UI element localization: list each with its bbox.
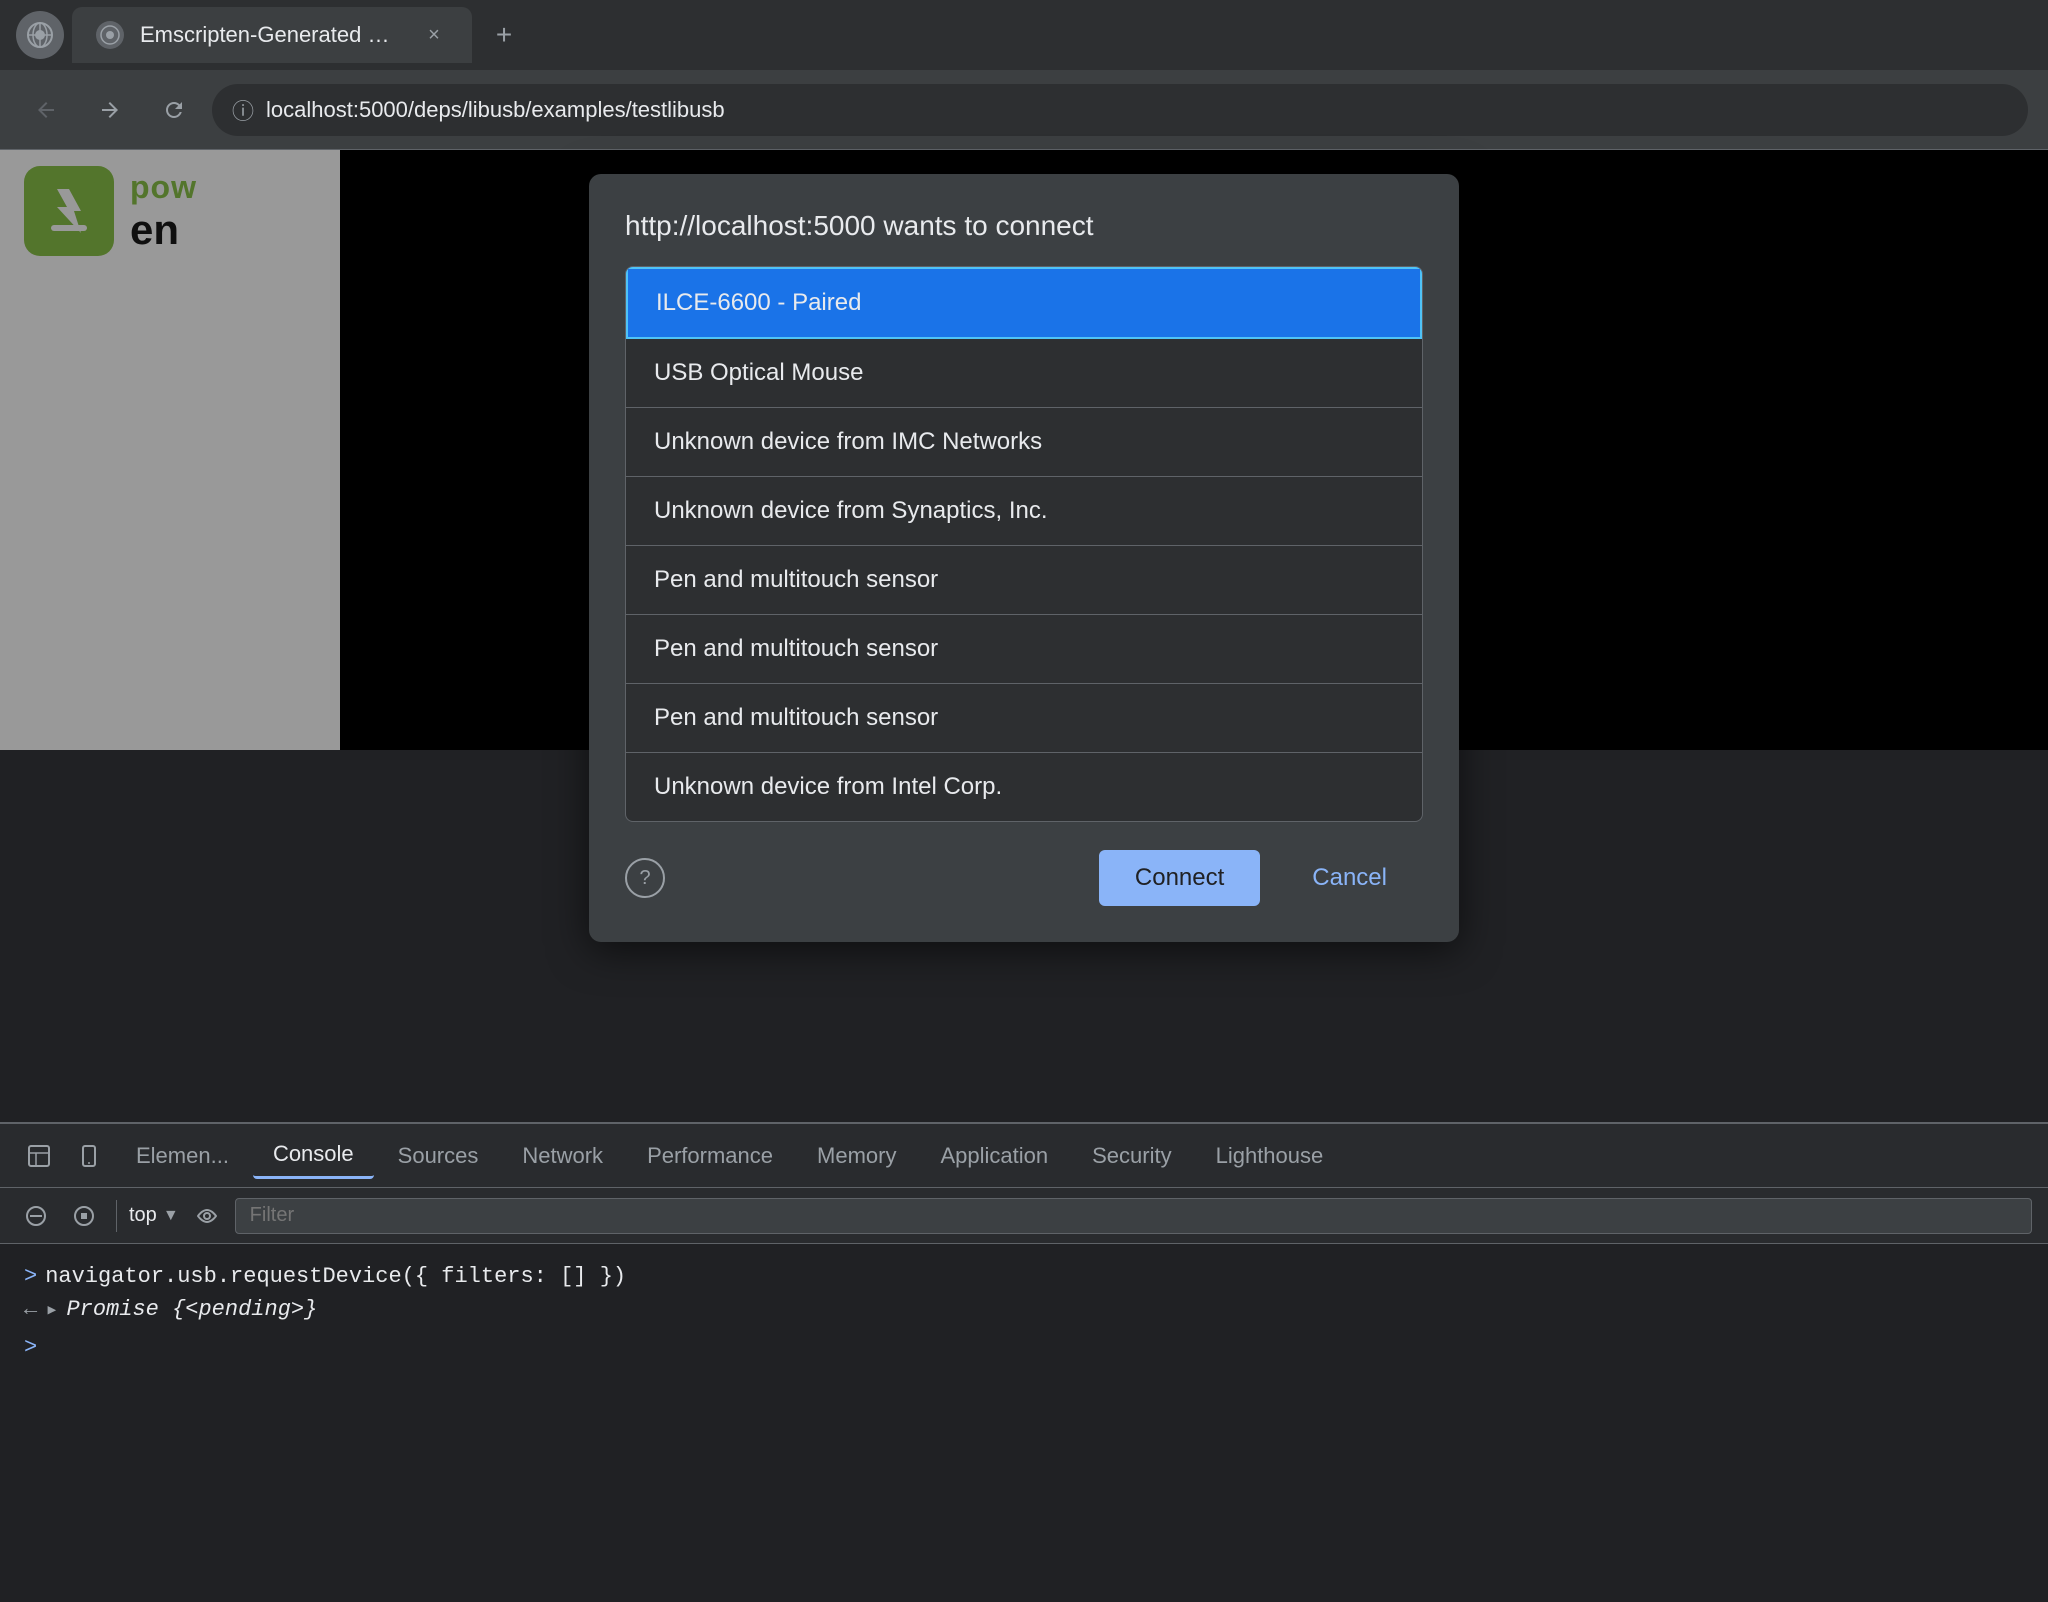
- clear-console-btn[interactable]: [16, 1196, 56, 1236]
- dialog-buttons: Connect Cancel: [1099, 850, 1423, 906]
- browser-chrome: Emscripten-Generated Code × + ⓘ localhos…: [0, 0, 2048, 150]
- device-list: ILCE-6600 - Paired USB Optical Mouse Unk…: [625, 266, 1423, 822]
- address-info-icon: ⓘ: [232, 94, 254, 126]
- top-frame-selector[interactable]: top ▼: [129, 1204, 179, 1227]
- device-item-5[interactable]: Pen and multitouch sensor: [626, 615, 1422, 684]
- tab-favicon: [96, 21, 124, 49]
- devtools-mobile-btn[interactable]: [66, 1133, 112, 1179]
- device-item-label-3: Unknown device from Synaptics, Inc.: [654, 497, 1048, 524]
- tab-sources[interactable]: Sources: [378, 1133, 499, 1179]
- eye-btn[interactable]: [187, 1196, 227, 1236]
- browser-icon: [16, 11, 64, 59]
- device-item-4[interactable]: Pen and multitouch sensor: [626, 546, 1422, 615]
- devtools-console-content: > navigator.usb.requestDevice({ filters:…: [0, 1244, 2048, 1384]
- device-item-label-5: Pen and multitouch sensor: [654, 635, 938, 662]
- console-triangle: ▸: [45, 1297, 58, 1323]
- tab-network[interactable]: Network: [502, 1133, 623, 1179]
- tab-title: Emscripten-Generated Code: [140, 22, 404, 48]
- tab-bar: Emscripten-Generated Code × +: [0, 0, 2048, 70]
- tab-application[interactable]: Application: [920, 1133, 1068, 1179]
- reload-button[interactable]: [148, 84, 200, 136]
- device-item-7[interactable]: Unknown device from Intel Corp.: [626, 753, 1422, 821]
- top-label: top: [129, 1204, 157, 1227]
- device-item-label-1: USB Optical Mouse: [654, 359, 863, 386]
- dialog-footer: ? Connect Cancel: [625, 850, 1423, 906]
- usb-connect-dialog: http://localhost:5000 wants to connect I…: [589, 174, 1459, 942]
- devtools-inspect-btn[interactable]: [16, 1133, 62, 1179]
- nav-bar: ⓘ localhost:5000/deps/libusb/examples/te…: [0, 70, 2048, 150]
- device-item-3[interactable]: Unknown device from Synaptics, Inc.: [626, 477, 1422, 546]
- device-item-label-6: Pen and multitouch sensor: [654, 704, 938, 731]
- dialog-overlay: http://localhost:5000 wants to connect I…: [0, 150, 2048, 750]
- device-item-label-7: Unknown device from Intel Corp.: [654, 773, 1002, 800]
- tab-lighthouse[interactable]: Lighthouse: [1196, 1133, 1344, 1179]
- device-item-label-4: Pen and multitouch sensor: [654, 566, 938, 593]
- console-back-arrow: ←: [24, 1297, 37, 1322]
- new-tab-button[interactable]: +: [480, 11, 528, 59]
- console-prompt-1: >: [24, 1264, 37, 1289]
- device-item-label-2: Unknown device from IMC Networks: [654, 428, 1042, 455]
- tab-performance[interactable]: Performance: [627, 1133, 793, 1179]
- devtools-toolbar: top ▼: [0, 1188, 2048, 1244]
- device-item-6[interactable]: Pen and multitouch sensor: [626, 684, 1422, 753]
- device-item-2[interactable]: Unknown device from IMC Networks: [626, 408, 1422, 477]
- dialog-title: http://localhost:5000 wants to connect: [625, 210, 1423, 242]
- tab-security[interactable]: Security: [1072, 1133, 1191, 1179]
- browser-tab[interactable]: Emscripten-Generated Code ×: [72, 7, 472, 63]
- console-promise-text: Promise {<pending>}: [66, 1297, 317, 1322]
- tab-memory[interactable]: Memory: [797, 1133, 916, 1179]
- page-content: pow en http://localhost:5000 wants to co…: [0, 150, 2048, 750]
- url-text: localhost:5000/deps/libusb/examples/test…: [266, 97, 725, 123]
- address-bar[interactable]: ⓘ localhost:5000/deps/libusb/examples/te…: [212, 84, 2028, 136]
- console-input-line: > navigator.usb.requestDevice({ filters:…: [24, 1260, 2024, 1293]
- help-icon[interactable]: ?: [625, 858, 665, 898]
- device-item-label-0: ILCE-6600 - Paired: [656, 289, 861, 316]
- stop-btn[interactable]: [64, 1196, 104, 1236]
- console-filter-input[interactable]: [235, 1198, 2032, 1234]
- device-item-1[interactable]: USB Optical Mouse: [626, 339, 1422, 408]
- connect-button[interactable]: Connect: [1099, 850, 1260, 906]
- cancel-button[interactable]: Cancel: [1276, 850, 1423, 906]
- toolbar-separator: [116, 1200, 117, 1232]
- devtools-tab-bar: Elemen... Console Sources Network Perfor…: [0, 1124, 2048, 1188]
- console-cursor-line[interactable]: >: [24, 1327, 2024, 1368]
- tab-close-button[interactable]: ×: [420, 21, 448, 49]
- console-result-line: ← ▸ Promise {<pending>}: [24, 1293, 2024, 1327]
- tab-elements[interactable]: Elemen...: [116, 1133, 249, 1179]
- forward-button[interactable]: [84, 84, 136, 136]
- console-cursor: >: [24, 1335, 37, 1360]
- top-dropdown-arrow: ▼: [163, 1207, 179, 1225]
- devtools-panel: Elemen... Console Sources Network Perfor…: [0, 1122, 2048, 1602]
- tab-console[interactable]: Console: [253, 1133, 374, 1179]
- device-item-0[interactable]: ILCE-6600 - Paired: [626, 267, 1422, 339]
- console-code-1: navigator.usb.requestDevice({ filters: […: [45, 1264, 626, 1289]
- back-button[interactable]: [20, 84, 72, 136]
